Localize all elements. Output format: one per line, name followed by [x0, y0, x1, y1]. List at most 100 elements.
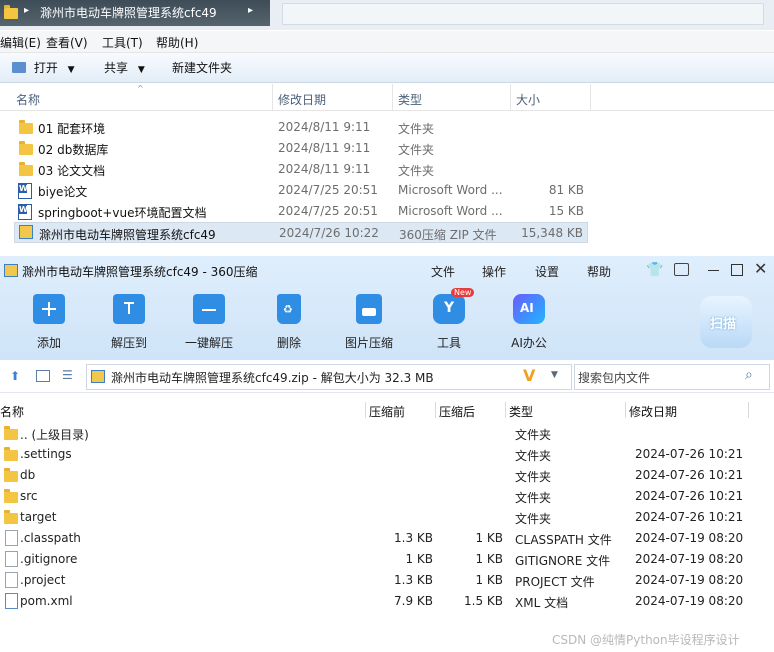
tool-image-compress[interactable]: 图片压缩	[338, 294, 400, 351]
watermark: CSDN @纯情Python毕设程序设计	[552, 633, 740, 647]
column-name[interactable]: 名称	[16, 91, 40, 108]
word-icon	[18, 204, 32, 220]
close-icon[interactable]: ✕	[754, 259, 767, 278]
zip-entry-type: GITIGNORE 文件	[515, 554, 611, 568]
column-date[interactable]: 修改日期	[278, 91, 326, 108]
zip-entry-row[interactable]: .classpath 1.3 KB 1 KB CLASSPATH 文件 2024-07-…	[0, 528, 774, 549]
zip-entry-name: .classpath	[20, 531, 81, 545]
folder-icon	[4, 489, 18, 503]
tool-extract-to[interactable]: 解压到	[98, 294, 160, 351]
zip-column-type[interactable]: 类型	[509, 403, 533, 420]
tool-delete[interactable]: ♻ 删除	[258, 294, 320, 351]
zip-search-input[interactable]: 搜索包内文件 ⌕	[574, 364, 770, 390]
file-row[interactable]: 02 db数据库 2024/8/11 9:11 文件夹	[14, 138, 588, 159]
zip-entry-date: 2024-07-26 10:21	[635, 510, 744, 524]
zip-column-date[interactable]: 修改日期	[629, 403, 677, 420]
zip-column-name[interactable]: 名称	[0, 403, 24, 420]
zip-entry-row[interactable]: .gitignore 1 KB 1 KB GITIGNORE 文件 2024-07-19…	[0, 549, 774, 570]
zip-entry-row[interactable]: .project 1.3 KB 1 KB PROJECT 文件 2024-07-19 0…	[0, 570, 774, 591]
zip-column-before[interactable]: 压缩前	[369, 403, 405, 420]
zip-entry-type: 文件夹	[515, 428, 552, 442]
tool-tools[interactable]: Y 工具 New	[418, 288, 480, 351]
zip-entry-row[interactable]: .. (上级目录) 文件夹	[0, 423, 774, 444]
zip-entry-date: 2024-07-26 10:21	[635, 447, 744, 461]
zip-column-after[interactable]: 压缩后	[439, 403, 475, 420]
zip-entry-row[interactable]: src 文件夹 2024-07-26 10:21	[0, 486, 774, 507]
file-row[interactable]: 01 配套环境 2024/8/11 9:11 文件夹	[14, 117, 588, 138]
explorer-menu-bar: 编辑(E) 查看(V) 工具(T) 帮助(H)	[0, 31, 774, 53]
zip-menu-action[interactable]: 操作	[482, 263, 506, 280]
zip-entry-date: 2024-07-19 08:20	[635, 573, 744, 587]
tool-add[interactable]: 添加	[18, 294, 80, 351]
zip-entry-row[interactable]: .settings 文件夹 2024-07-26 10:21	[0, 444, 774, 465]
zip-entry-name: db	[20, 468, 36, 482]
zip-window-title: 滁州市电动车牌照管理系统cfc49 - 360压缩	[22, 265, 258, 279]
zip-entry-before: 1.3 KB	[394, 531, 433, 545]
delete-icon: ♻	[277, 294, 301, 324]
zip-entry-row[interactable]: pom.xml 7.9 KB 1.5 KB XML 文档 2024-07-19 08:2…	[0, 591, 774, 612]
breadcrumb-next-icon: ▸	[248, 5, 254, 16]
breadcrumb-chevron-icon: ▸	[24, 5, 30, 16]
explorer-search-input[interactable]	[282, 3, 764, 25]
zip-entry-row[interactable]: target 文件夹 2024-07-26 10:21	[0, 507, 774, 528]
file-icon	[5, 572, 18, 588]
ai-office-icon: AI	[513, 294, 545, 324]
menu-tools[interactable]: 工具(T)	[102, 34, 143, 51]
zip-entry-after: 1 KB	[475, 573, 503, 587]
zip-entry-row[interactable]: db 文件夹 2024-07-26 10:21	[0, 465, 774, 486]
v-logo-icon: V	[523, 366, 536, 385]
one-click-extract-icon	[193, 294, 225, 324]
folder-icon	[4, 447, 18, 461]
file-row-selected[interactable]: 滁州市电动车牌照管理系统cfc49 2024/7/26 10:22 360压缩 …	[14, 222, 588, 243]
feedback-icon[interactable]	[674, 263, 689, 276]
new-folder-button[interactable]: 新建文件夹	[172, 59, 232, 76]
zip-entry-date: 2024-07-19 08:20	[635, 552, 744, 566]
zip-entry-type: 文件夹	[515, 491, 552, 505]
tool-ai-office[interactable]: AI AI办公	[498, 294, 560, 351]
tool-one-click-extract[interactable]: 一键解压	[178, 294, 240, 351]
column-size[interactable]: 大小	[516, 91, 540, 108]
folder-icon	[19, 141, 33, 155]
zip-entry-date: 2024-07-19 08:20	[635, 531, 744, 545]
file-row[interactable]: 03 论文文档 2024/8/11 9:11 文件夹	[14, 159, 588, 180]
zip-entry-after: 1.5 KB	[464, 594, 503, 608]
folder-icon	[19, 120, 33, 134]
app-logo-icon	[4, 264, 18, 277]
search-icon[interactable]: ⌕	[745, 367, 753, 383]
zip-path-box[interactable]: 滁州市电动车牌照管理系统cfc49.zip - 解包大小为 32.3 MB V …	[86, 364, 572, 390]
zip-entry-date: 2024-07-26 10:21	[635, 468, 744, 482]
zip-entry-type: PROJECT 文件	[515, 575, 595, 589]
add-icon	[33, 294, 65, 324]
folder-icon	[4, 510, 18, 524]
zip-menu-settings[interactable]: 设置	[535, 263, 559, 280]
menu-edit[interactable]: 编辑(E)	[0, 34, 41, 51]
folder-icon	[4, 468, 18, 482]
zip-menu-help[interactable]: 帮助	[587, 263, 611, 280]
zip-menu-file[interactable]: 文件	[431, 263, 455, 280]
share-button[interactable]: 共享 ▼	[104, 59, 145, 76]
chevron-down-icon: ▼	[137, 65, 145, 75]
image-compress-icon	[356, 294, 382, 324]
scan-button[interactable]: 扫描	[700, 296, 752, 348]
zip-entry-type: 文件夹	[515, 470, 552, 484]
skin-icon[interactable]: 👕	[646, 262, 663, 278]
minimize-icon[interactable]	[708, 270, 719, 271]
word-icon	[18, 183, 32, 199]
zip-entry-name: .. (上级目录)	[20, 428, 89, 442]
open-button[interactable]: 打开 ▼	[12, 59, 75, 76]
menu-help[interactable]: 帮助(H)	[156, 34, 198, 51]
folder-icon	[19, 162, 33, 176]
list-view-icon[interactable]: ☰	[62, 368, 73, 382]
menu-view[interactable]: 查看(V)	[46, 34, 88, 51]
file-row[interactable]: biye论文 2024/7/25 20:51 Microsoft Word ..…	[14, 180, 588, 201]
zip-entry-name: .project	[20, 573, 66, 587]
column-type[interactable]: 类型	[398, 91, 422, 108]
thumbnail-view-icon[interactable]	[36, 370, 50, 382]
zip-entry-date: 2024-07-19 08:20	[635, 594, 744, 608]
chevron-down-icon[interactable]: ▼	[551, 370, 558, 380]
file-row[interactable]: springboot+vue环境配置文档 2024/7/25 20:51 Mic…	[14, 201, 588, 222]
file-icon	[5, 551, 18, 567]
maximize-icon[interactable]	[731, 264, 743, 276]
up-arrow-icon[interactable]: ⬆	[10, 369, 20, 383]
explorer-command-bar: 打开 ▼ 共享 ▼ 新建文件夹	[0, 53, 774, 83]
